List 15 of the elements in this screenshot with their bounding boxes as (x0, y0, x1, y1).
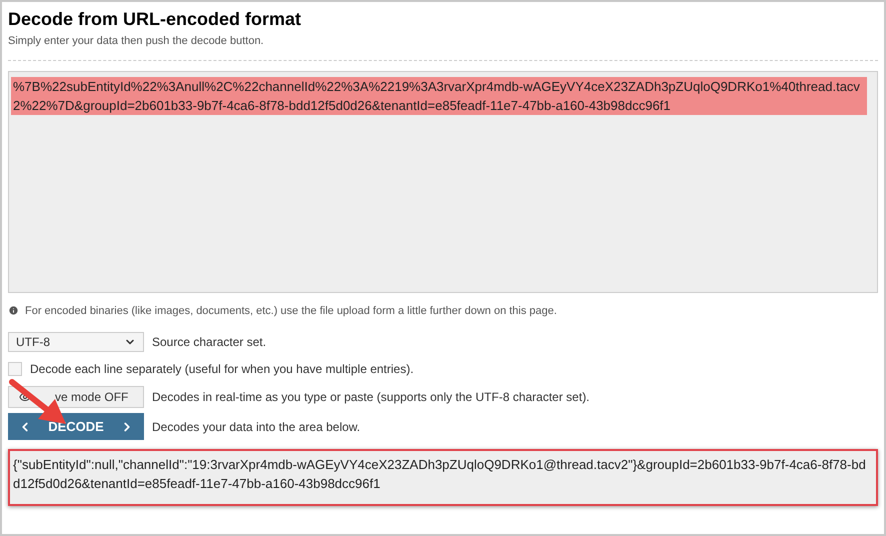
input-field[interactable]: %7B%22subEntityId%22%3Anull%2C%22channelId%22%3A%2219%3A3rvarXpr4mdb-wAGEyVY4ceX23ZADh3pZUqloQ9DRKo1%40thread.tacv2%22%7D&groupId=2b601b33-9b7f-4ca6-8f78-bdd12f5d0d26&tenantId=e85feadf-11e7-47bb-a160-43b98dcc96f1 (8, 70, 878, 292)
decode-label: Decodes your data into the area below. (152, 418, 360, 436)
decode-button[interactable]: DECODE (8, 413, 144, 440)
output-field[interactable]: {"subEntityId":null,"channelId":"19:3rvarXpr4mdb-wAGEyVY4ceX23ZADh3pZUqloQ9DRKo1@thread.tacv2"}&groupId=2b601b33-9b7f-4ca6-8f78-bdd12f5d0d26&tenantId=e85feadf-11e7-47bb-a160-43b98dcc96f1 (8, 449, 878, 506)
live-mode-label: Decodes in real-time as you type or paste (supports only the UTF-8 character set). (152, 389, 590, 406)
info-icon (8, 305, 19, 316)
charset-label: Source character set. (152, 334, 266, 351)
checkbox-label: Decode each line separately (useful for when you have multiple entries). (30, 361, 414, 378)
page-title: Decode from URL-encoded format (8, 8, 302, 30)
subtitle: Simply enter your data then push the decode button. (8, 34, 265, 49)
charset-select[interactable]: UTF-8 (8, 332, 144, 352)
live-mode-button[interactable]: ve mode OFF (8, 386, 144, 408)
eye-icon (19, 391, 31, 403)
info-text: For encoded binaries (like images, documents, etc.) use the file upload form a little further down on this page. (25, 304, 557, 318)
checkbox[interactable] (8, 362, 22, 376)
